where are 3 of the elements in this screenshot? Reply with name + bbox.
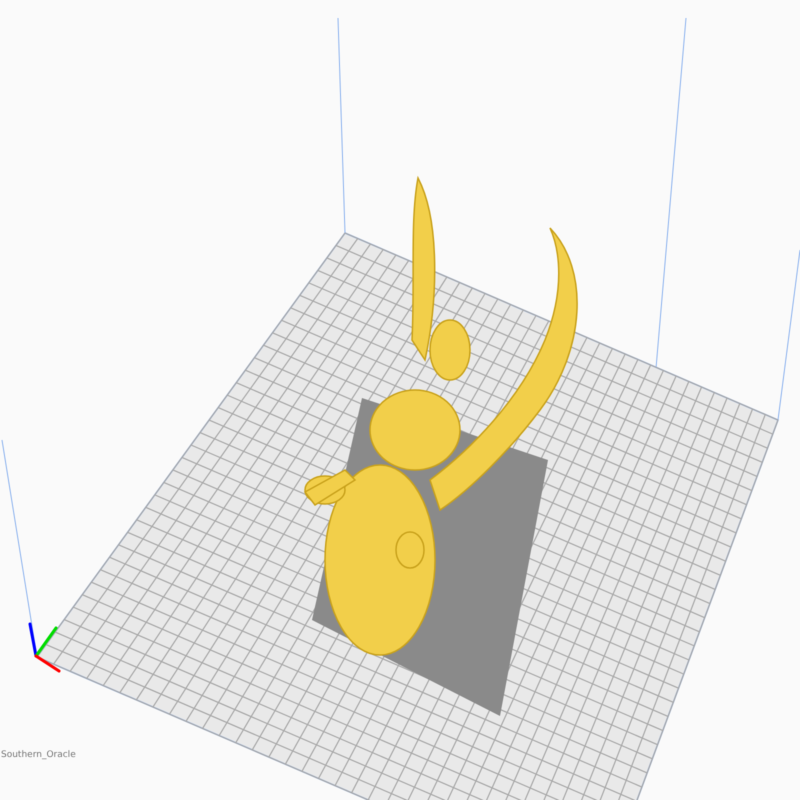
axis-gizmo-icon xyxy=(28,622,60,672)
viewport-canvas[interactable]: Southern_Oracle xyxy=(0,0,800,800)
model-name-label: Southern_Oracle xyxy=(1,750,76,760)
